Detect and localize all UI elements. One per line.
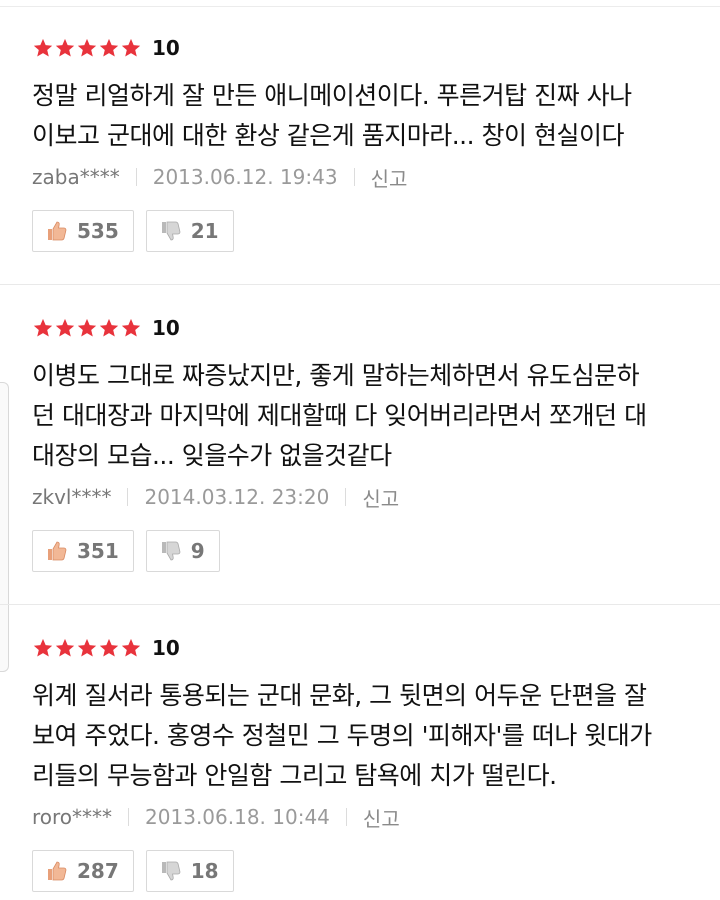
review-meta: zkvl**** 2014.03.12. 23:20 신고 <box>32 482 399 512</box>
review-text-line: 던 대대장과 마지막에 제대할때 다 잊어버리라면서 쪼개던 대 <box>32 401 647 430</box>
dislike-count: 9 <box>190 539 205 563</box>
like-button[interactable]: 351 <box>32 530 134 572</box>
vote-buttons: 351 9 <box>32 530 232 572</box>
star-rating <box>32 37 142 59</box>
dislike-button[interactable]: 9 <box>145 530 220 572</box>
side-drawer-handle[interactable] <box>0 382 9 672</box>
username[interactable]: zkvl**** <box>32 485 111 509</box>
star-icon <box>33 38 53 57</box>
review-divider <box>0 284 720 285</box>
rating-score: 10 <box>152 36 180 60</box>
like-count: 287 <box>77 859 119 883</box>
review-text-line: 이보고 군대에 대한 환상 같은게 품지마라... 창이 현실이다 <box>32 121 624 150</box>
star-icon <box>33 638 53 657</box>
username[interactable]: roro**** <box>32 805 112 829</box>
star-icon <box>99 638 119 657</box>
vote-buttons: 287 18 <box>32 850 246 892</box>
star-icon <box>33 318 53 337</box>
review-divider <box>0 604 720 605</box>
star-icon <box>77 638 97 657</box>
review-meta: roro**** 2013.06.18. 10:44 신고 <box>32 802 400 832</box>
like-count: 351 <box>77 539 119 563</box>
dislike-count: 21 <box>190 219 219 243</box>
star-icon <box>77 318 97 337</box>
thumbs-up-icon <box>48 221 67 241</box>
meta-divider <box>127 488 129 506</box>
report-link[interactable]: 신고 <box>363 803 400 832</box>
top-divider <box>0 0 720 7</box>
rating: 10 <box>32 34 180 62</box>
meta-divider <box>128 808 130 826</box>
review-text-line: 이병도 그대로 짜증났지만, 좋게 말하는체하면서 유도심문하 <box>32 361 640 390</box>
review-text: 이병도 그대로 짜증났지만, 좋게 말하는체하면서 유도심문하 던 대대장과 마… <box>32 356 692 476</box>
review-text-line: 보여 주었다. 홍영수 정철민 그 두명의 '피해자'를 떠나 윗대가 <box>32 721 652 750</box>
review-date: 2013.06.12. 19:43 <box>152 165 338 189</box>
review-meta: zaba**** 2013.06.12. 19:43 신고 <box>32 162 407 192</box>
star-icon <box>121 38 141 57</box>
star-icon <box>121 638 141 657</box>
thumbs-down-icon <box>161 221 181 241</box>
meta-divider <box>135 168 137 186</box>
star-icon <box>121 318 141 337</box>
star-icon <box>77 38 97 57</box>
review-date: 2014.03.12. 23:20 <box>144 485 330 509</box>
dislike-button[interactable]: 18 <box>145 850 234 892</box>
thumbs-up-icon <box>48 541 67 561</box>
review-text: 위계 질서라 통용되는 군대 문화, 그 뒷면의 어두운 단편을 잘 보여 주었… <box>32 676 692 796</box>
thumbs-down-icon <box>161 541 181 561</box>
review-text-line: 대장의 모습... 잊을수가 없을것같다 <box>32 441 392 470</box>
thumbs-down-icon <box>161 861 181 881</box>
star-icon <box>55 38 75 57</box>
dislike-count: 18 <box>190 859 219 883</box>
star-icon <box>99 38 119 57</box>
review-text-line: 리들의 무능함과 안일함 그리고 탐욕에 치가 떨린다. <box>32 761 557 790</box>
rating: 10 <box>32 314 180 342</box>
report-link[interactable]: 신고 <box>371 163 408 192</box>
star-icon <box>99 318 119 337</box>
like-button[interactable]: 535 <box>32 210 134 252</box>
review-text: 정말 리얼하게 잘 만든 애니메이션이다. 푸른거탑 진짜 사나 이보고 군대에… <box>32 76 692 156</box>
review-date: 2013.06.18. 10:44 <box>145 805 330 829</box>
rating-score: 10 <box>152 636 180 660</box>
rating-score: 10 <box>152 316 180 340</box>
star-rating <box>32 637 142 659</box>
star-icon <box>55 638 75 657</box>
meta-divider <box>353 168 355 186</box>
like-button[interactable]: 287 <box>32 850 134 892</box>
star-icon <box>55 318 75 337</box>
star-rating <box>32 317 142 339</box>
thumbs-up-icon <box>48 861 67 881</box>
dislike-button[interactable]: 21 <box>145 210 234 252</box>
meta-divider <box>345 488 347 506</box>
meta-divider <box>345 808 347 826</box>
username[interactable]: zaba**** <box>32 165 120 189</box>
report-link[interactable]: 신고 <box>362 483 399 512</box>
vote-buttons: 535 21 <box>32 210 246 252</box>
review-text-line: 위계 질서라 통용되는 군대 문화, 그 뒷면의 어두운 단편을 잘 <box>32 681 647 710</box>
rating: 10 <box>32 634 180 662</box>
review-text-line: 정말 리얼하게 잘 만든 애니메이션이다. 푸른거탑 진짜 사나 <box>32 81 632 110</box>
like-count: 535 <box>77 219 119 243</box>
